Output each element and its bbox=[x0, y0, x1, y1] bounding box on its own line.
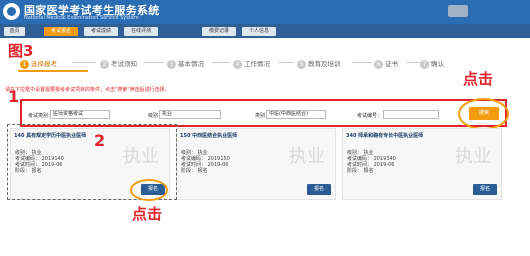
nav-home[interactable]: 首页 bbox=[4, 27, 25, 36]
step-work-info: 4 工作情况 bbox=[233, 58, 270, 69]
current-step-underline bbox=[18, 70, 88, 72]
step-label: 确认 bbox=[431, 60, 444, 68]
step-education: 5 教育及培训 bbox=[297, 58, 341, 69]
marker-1: 1 bbox=[8, 87, 20, 106]
exam-code-input[interactable] bbox=[383, 110, 439, 119]
nav-payment-records[interactable]: 缴费记录 bbox=[202, 27, 236, 36]
step-progress: 1 选择报考 2 考试须知 3 基本情况 4 工作情况 5 教育及培训 6 证书 7 确认 bbox=[0, 57, 530, 71]
nav-personal-info[interactable]: 个人信息 bbox=[242, 27, 276, 36]
step-label: 工作情况 bbox=[244, 60, 270, 68]
click-annotation-search: 点击 bbox=[463, 70, 494, 88]
card-watermark: 执业 bbox=[289, 146, 325, 167]
step-basic-info: 3 基本情况 bbox=[167, 58, 204, 69]
level-select[interactable]: 执业 bbox=[159, 110, 221, 119]
register-button[interactable]: 报名 bbox=[473, 184, 497, 195]
step-divider bbox=[278, 62, 294, 63]
step-certificate: 6 证书 bbox=[374, 58, 398, 69]
category-select[interactable]: 医师资格考试 bbox=[50, 110, 110, 119]
search-highlight-circle bbox=[458, 98, 509, 130]
exam-stage: 阶段： 报名 bbox=[181, 168, 208, 174]
step-exam-notice: 2 考试须知 bbox=[100, 58, 137, 69]
step-number: 3 bbox=[167, 60, 176, 69]
site-header: 国家医学考试考生服务系统 National Medical Examinatio… bbox=[0, 0, 530, 24]
site-logo bbox=[3, 3, 20, 20]
nav-exam-registration[interactable]: 考试报名 bbox=[44, 27, 78, 36]
card-watermark: 执业 bbox=[455, 146, 491, 167]
step-divider bbox=[352, 62, 372, 63]
click-annotation-register: 点击 bbox=[132, 205, 163, 223]
exam-stage: 阶段： 报名 bbox=[347, 168, 374, 174]
step-divider bbox=[212, 62, 230, 63]
step-confirm: 7 确认 bbox=[420, 58, 444, 69]
step-label: 选择报考 bbox=[31, 60, 57, 68]
site-subtitle: National Medical Examination Service Sys… bbox=[24, 15, 139, 21]
step-divider bbox=[144, 62, 164, 63]
step-number: 7 bbox=[420, 60, 429, 69]
main-nav: 首页 考试报名 考试成绩 在线评测 缴费记录 个人信息 bbox=[0, 24, 530, 38]
type-select[interactable]: 中医(中西医结合) bbox=[266, 110, 326, 119]
step-number: 2 bbox=[100, 60, 109, 69]
code-label: 考试编号： bbox=[357, 113, 383, 119]
exam-card[interactable]: 340 师承和确有专长中医执业医师 执业 级别： 执业 考试编码： 201934… bbox=[342, 128, 502, 200]
register-button[interactable]: 报名 bbox=[307, 184, 331, 195]
step-label: 基本情况 bbox=[178, 60, 204, 68]
register-highlight-circle bbox=[130, 179, 168, 201]
step-label: 考试须知 bbox=[111, 60, 137, 68]
step-number: 6 bbox=[374, 60, 383, 69]
filter-instructions: 请在下拉框中设置需要报考考试项目的条件，点击"搜索"筛选后进行选择。 bbox=[5, 87, 170, 93]
nav-online-assessment[interactable]: 在线评测 bbox=[124, 27, 158, 36]
step-label: 证书 bbox=[385, 60, 398, 68]
exam-card-title: 150 中西医结合执业医师 bbox=[180, 133, 238, 139]
marker-2: 2 bbox=[94, 131, 106, 150]
avatar[interactable] bbox=[448, 5, 468, 17]
step-label: 教育及培训 bbox=[308, 60, 341, 68]
filter-panel: 考试类别： 医师资格考试 级别： 执业 类别： 中医(中西医结合) 考试编号： bbox=[20, 99, 507, 127]
exam-card[interactable]: 150 中西医结合执业医师 执业 级别： 执业 考试编码： 2019150 考试… bbox=[176, 128, 336, 200]
step-number: 1 bbox=[20, 60, 29, 69]
exam-card-title: 340 师承和确有专长中医执业医师 bbox=[346, 133, 424, 139]
step-divider bbox=[72, 62, 96, 63]
step-select-exam: 1 选择报考 bbox=[20, 58, 57, 69]
nav-exam-scores[interactable]: 考试成绩 bbox=[84, 27, 118, 36]
step-number: 5 bbox=[297, 60, 306, 69]
step-number: 4 bbox=[233, 60, 242, 69]
